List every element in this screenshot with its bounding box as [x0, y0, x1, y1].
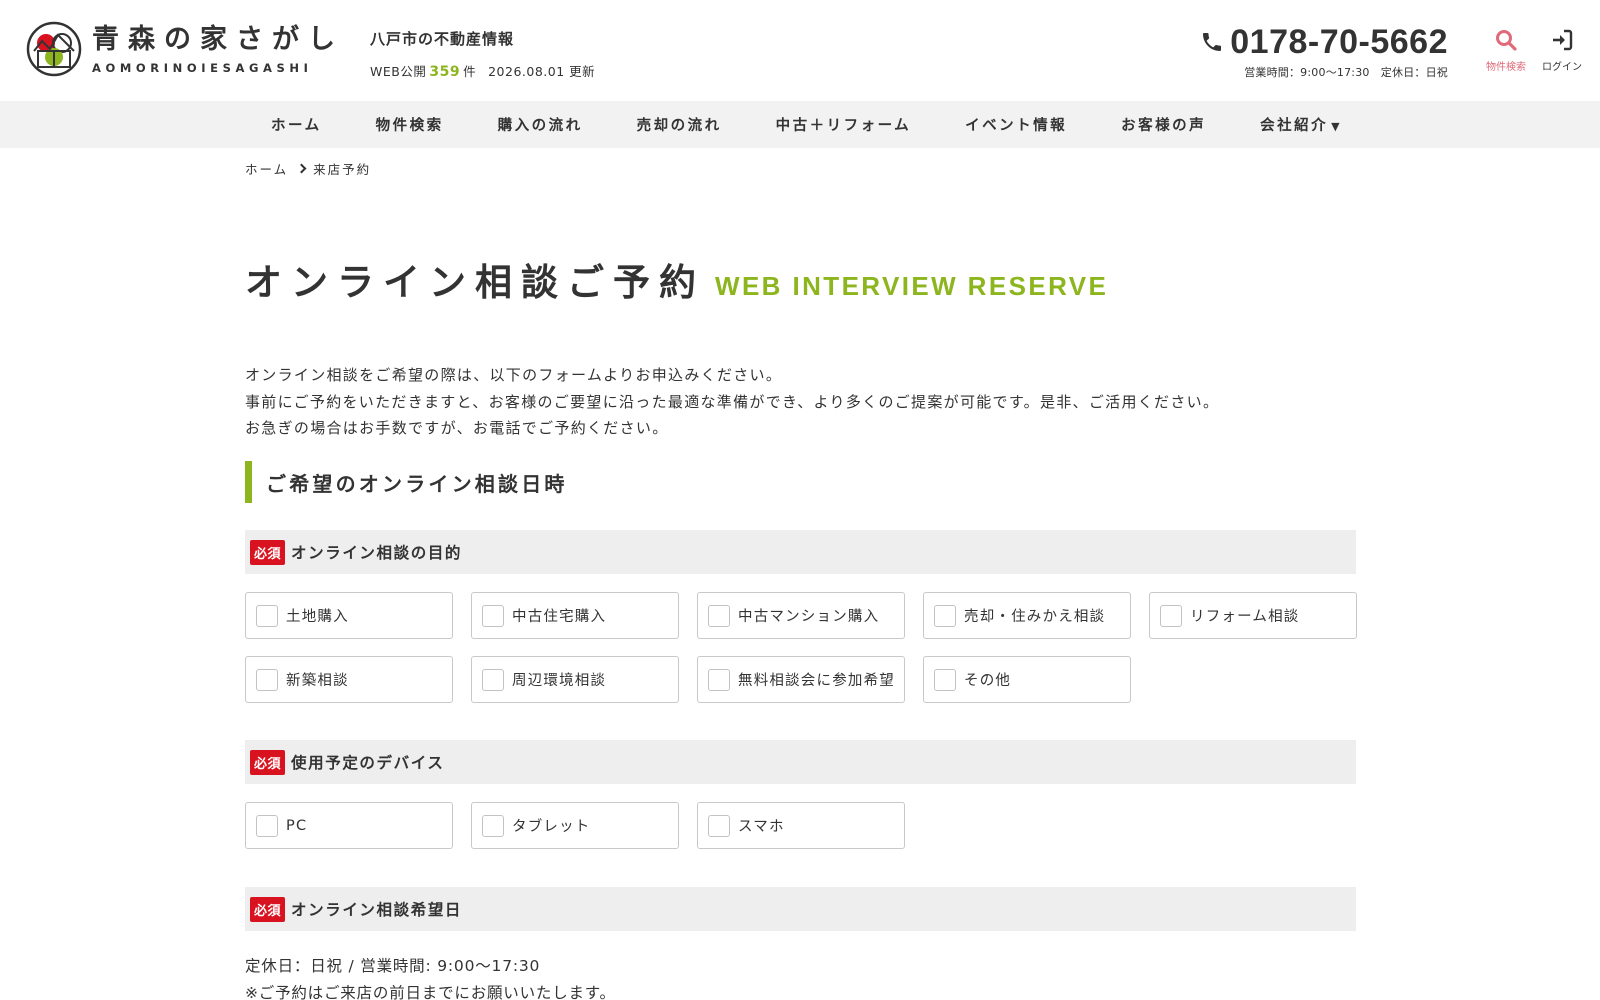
checkbox-box[interactable]: [934, 668, 956, 691]
checkbox-box[interactable]: [256, 668, 278, 691]
option-label: 新築相談: [286, 673, 349, 689]
breadcrumb-current: 来店予約: [313, 162, 372, 177]
nav-item-property-search[interactable]: 物件検索: [349, 114, 471, 135]
device-checkbox[interactable]: タブレット: [471, 802, 679, 849]
chevron-right-icon: [296, 163, 307, 174]
date-note-line: ※ご予約はご来店の前日までにお願いいたします。: [245, 984, 616, 1000]
device-checkbox[interactable]: スマホ: [697, 802, 905, 849]
page-title: オンライン相談ご予約 WEB INTERVIEW RESERVE: [245, 252, 1108, 306]
checkbox-box[interactable]: [482, 668, 504, 691]
checkbox-box[interactable]: [708, 814, 730, 837]
date-notes: 定休日：日祝 / 営業時間: 9:00〜17:30 ※ご予約はご来店の前日までに…: [245, 953, 616, 1000]
nav-item-purchase-flow[interactable]: 購入の流れ: [471, 114, 610, 135]
purpose-checkbox[interactable]: その他: [923, 656, 1131, 703]
site-tagline: 八戸市の不動産情報: [370, 30, 515, 48]
logo-mark-icon: [26, 21, 82, 77]
required-badge: 必須: [250, 749, 286, 775]
field-date-header: 必須 オンライン相談希望日: [245, 887, 1356, 931]
search-label: 物件検索: [1486, 62, 1526, 73]
option-label: 売却・住みかえ相談: [964, 609, 1106, 625]
purpose-checkbox[interactable]: 無料相談会に参加希望: [697, 656, 905, 703]
purpose-checkbox[interactable]: リフォーム相談: [1149, 592, 1357, 639]
nav-item-sale-flow[interactable]: 売却の流れ: [610, 114, 749, 135]
checkbox-box[interactable]: [934, 604, 956, 627]
login-label: ログイン: [1542, 62, 1582, 73]
phone-number[interactable]: 0178-70-5662: [1230, 22, 1448, 62]
option-label: 周辺環境相談: [512, 673, 607, 689]
purpose-options: 土地購入 中古住宅購入 中古マンション購入 売却・住みかえ相談 リフォーム相談 …: [245, 592, 1357, 703]
breadcrumb: ホーム 来店予約: [245, 159, 371, 178]
option-label: 土地購入: [286, 609, 349, 625]
option-label: リフォーム相談: [1190, 609, 1300, 625]
checkbox-box[interactable]: [482, 814, 504, 837]
field-date-label: オンライン相談希望日: [291, 901, 463, 919]
option-label: タブレット: [512, 819, 591, 835]
option-label: 中古住宅購入: [512, 609, 607, 625]
purpose-checkbox[interactable]: 中古マンション購入: [697, 592, 905, 639]
nav-item-home[interactable]: ホーム: [245, 114, 349, 135]
intro-line: オンライン相談をご希望の際は、以下のフォームよりお申込みください。: [245, 366, 783, 384]
option-label: スマホ: [738, 819, 785, 835]
option-label: その他: [964, 673, 1012, 689]
intro-line: お急ぎの場合はお手数ですが、お電話でご予約ください。: [245, 419, 669, 437]
logo-english-text: AOMORINOIESAGASHI: [92, 61, 313, 75]
purpose-checkbox[interactable]: 中古住宅購入: [471, 592, 679, 639]
required-badge: 必須: [250, 896, 286, 922]
purpose-checkbox[interactable]: 新築相談: [245, 656, 453, 703]
field-device-header: 必須 使用予定のデバイス: [245, 740, 1356, 784]
purpose-checkbox[interactable]: 周辺環境相談: [471, 656, 679, 703]
site-logo[interactable]: 青森の家さがし AOMORINOIESAGASHI: [26, 21, 344, 77]
listing-count: 359: [429, 64, 461, 80]
site-header: 青森の家さがし AOMORINOIESAGASHI 八戸市の不動産情報 WEB公…: [0, 0, 1600, 101]
nav-item-company-label: 会社紹介: [1260, 118, 1329, 134]
field-purpose-header: 必須 オンライン相談の目的: [245, 530, 1356, 574]
date-note-line: 定休日：日祝 / 営業時間: 9:00〜17:30: [245, 957, 541, 975]
device-checkbox[interactable]: PC: [245, 802, 453, 849]
device-options: PC タブレット スマホ: [245, 802, 1357, 849]
nav-item-customer-voices[interactable]: お客様の声: [1094, 114, 1233, 135]
option-label: 中古マンション購入: [738, 609, 880, 625]
checkbox-box[interactable]: [708, 604, 730, 627]
field-device-label: 使用予定のデバイス: [291, 754, 445, 772]
checkbox-box[interactable]: [708, 668, 730, 691]
purpose-checkbox[interactable]: 土地購入: [245, 592, 453, 639]
listing-update-info: WEB公開 359 件 2026.08.01 更新: [370, 61, 595, 80]
breadcrumb-home[interactable]: ホーム: [245, 159, 288, 178]
phone-contact: 0178-70-5662 営業時間：9:00〜17:30 定休日：日祝: [1193, 22, 1448, 80]
field-purpose-label: オンライン相談の目的: [291, 544, 463, 562]
business-hours: 営業時間：9:00〜17:30 定休日：日祝: [1244, 66, 1448, 79]
intro-text: オンライン相談をご希望の際は、以下のフォームよりお申込みください。 事前にご予約…: [245, 362, 1219, 442]
nav-item-events[interactable]: イベント情報: [938, 114, 1094, 135]
caret-down-icon: ▼: [1331, 120, 1343, 133]
option-label: PC: [286, 817, 308, 834]
search-icon: [1496, 30, 1517, 51]
login-icon: [1553, 29, 1573, 51]
nav-item-used-reform[interactable]: 中古＋リフォーム: [749, 114, 939, 135]
header-search-button[interactable]: 物件検索: [1478, 28, 1534, 73]
page-title-ja: オンライン相談ご予約: [245, 261, 705, 304]
update-date: 2026.08.01 更新: [488, 64, 596, 79]
section-heading: ご希望のオンライン相談日時: [245, 461, 568, 503]
checkbox-box[interactable]: [256, 814, 278, 837]
checkbox-box[interactable]: [256, 604, 278, 627]
checkbox-box[interactable]: [482, 604, 504, 627]
header-login-button[interactable]: ログイン: [1534, 28, 1590, 73]
site-info: 八戸市の不動産情報 WEB公開 359 件 2026.08.01 更新: [370, 28, 595, 80]
checkbox-box[interactable]: [1160, 604, 1182, 627]
required-badge: 必須: [250, 539, 286, 565]
option-label: 無料相談会に参加希望: [738, 673, 895, 689]
purpose-checkbox[interactable]: 売却・住みかえ相談: [923, 592, 1131, 639]
main-nav: ホーム 物件検索 購入の流れ 売却の流れ 中古＋リフォーム イベント情報 お客様…: [0, 101, 1600, 148]
count-unit: 件: [463, 64, 477, 79]
page-title-en: WEB INTERVIEW RESERVE: [715, 271, 1109, 301]
logo-japanese-text: 青森の家さがし: [92, 24, 344, 55]
nav-item-company[interactable]: 会社紹介 ▼: [1233, 114, 1369, 135]
web-prefix: WEB公開: [370, 64, 427, 79]
intro-line: 事前にご予約をいただきますと、お客様のご要望に沿った最適な準備ができ、より多くの…: [245, 392, 1220, 411]
phone-icon: [1203, 33, 1222, 51]
